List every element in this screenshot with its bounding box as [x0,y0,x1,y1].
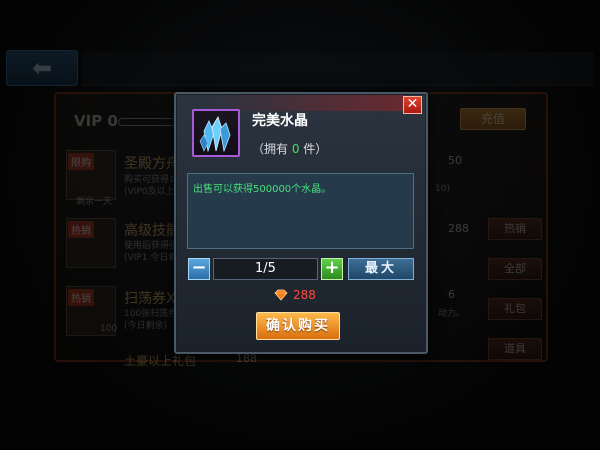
close-button[interactable]: ✕ [403,96,422,114]
item-description-box: 出售可以获得500000个水晶。 [187,173,414,249]
close-icon: ✕ [406,96,419,112]
quantity-field[interactable]: 1/5 [213,258,318,280]
decrease-quantity-button[interactable]: − [188,258,210,280]
shop-screen: ⬅ VIP 0 充值 限购 圣殿方舟 购买可获得1个圣殿方舟 (VIP0及以上)… [0,0,600,450]
price-value: 288 [293,288,316,302]
confirm-purchase-button[interactable]: 确认购买 [256,312,340,340]
total-price: 288 [273,288,316,302]
crystal-icon [199,116,231,153]
item-description: 出售可以获得500000个水晶。 [193,184,332,195]
gem-icon [274,289,288,301]
increase-quantity-button[interactable]: + [321,258,343,280]
max-quantity-button[interactable]: 最大 [348,258,414,280]
owned-suffix: 件） [299,142,328,156]
item-slot [192,109,240,157]
owned-prefix: （拥有 [252,142,292,156]
item-title: 完美水晶 [252,113,308,129]
owned-count-line: （拥有 0 件） [252,140,327,157]
